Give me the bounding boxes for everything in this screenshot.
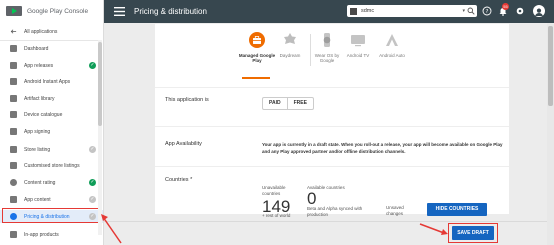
check-complete-icon: ✓ xyxy=(89,179,96,186)
back-arrow-icon xyxy=(10,29,17,34)
store-icon xyxy=(10,146,17,153)
paid-free-toggle: PAID FREE xyxy=(262,97,314,110)
availability-text: Your app is currently in a draft state. … xyxy=(262,142,503,154)
instant-app-icon xyxy=(10,78,17,85)
app-selector[interactable]: sdmc ▾ xyxy=(347,5,477,17)
sidebar-item-label: Artifact library xyxy=(24,95,55,102)
paid-button[interactable]: PAID xyxy=(263,98,287,109)
sidebar-item-label: Android Instant Apps xyxy=(24,78,71,85)
save-draft-button[interactable]: SAVE DRAFT xyxy=(452,226,494,240)
footer-divider xyxy=(104,221,547,222)
free-button[interactable]: FREE xyxy=(286,98,313,109)
unavailable-countries-sub: + rest of world xyxy=(262,213,291,218)
available-countries-sub: Beta and Alpha synced with production xyxy=(307,206,363,217)
watch-icon xyxy=(323,33,331,47)
user-icon xyxy=(535,8,543,16)
app-name: sdmc xyxy=(361,8,375,14)
sidebar-item-label: App signing xyxy=(24,128,51,135)
sidebar-item-content-rating[interactable]: Content rating ✓ xyxy=(0,176,103,189)
search-icon[interactable] xyxy=(467,7,475,15)
availability-label: App Availability xyxy=(165,141,202,147)
section-divider xyxy=(155,126,509,127)
key-icon xyxy=(10,128,17,135)
brand-name: Google Play Console xyxy=(27,7,89,15)
app-icon xyxy=(350,7,357,15)
svg-text:?: ? xyxy=(486,9,489,15)
sidebar-item-label: Device catalogue xyxy=(24,111,63,118)
device-label: Android TV xyxy=(346,53,370,58)
play-console-logo-icon xyxy=(6,6,22,16)
content-scroll-thumb[interactable] xyxy=(548,26,553,106)
cart-icon xyxy=(10,231,17,238)
top-app-bar: Pricing & distribution sdmc ▾ ? xyxy=(104,0,554,23)
sidebar-item-store-listing[interactable]: Store listing ✓ xyxy=(0,143,103,156)
rating-icon xyxy=(10,179,17,186)
annotation-arrow-sidebar-icon xyxy=(101,214,122,244)
sidebar-item-label: Dashboard xyxy=(24,45,49,52)
sidebar-item-device-catalogue[interactable]: Device catalogue xyxy=(0,108,103,121)
dashboard-icon xyxy=(10,45,17,52)
device-tab-daydream[interactable]: Daydream xyxy=(270,32,310,58)
avatar[interactable] xyxy=(533,5,545,17)
sidebar-scroll-thumb[interactable] xyxy=(98,42,102,126)
device-label: Wear OS by Google xyxy=(314,53,340,63)
device-tab-android-auto[interactable]: Android Auto xyxy=(372,32,412,58)
sidebar-item-app-releases[interactable]: App releases ✓ xyxy=(0,59,103,72)
daydream-icon xyxy=(284,33,296,44)
shield-icon xyxy=(10,196,17,203)
all-applications-label: All applications xyxy=(24,28,58,35)
unavailable-countries-label: Unavailable countries xyxy=(262,185,286,196)
selected-device-indicator xyxy=(242,77,270,79)
gear-icon[interactable] xyxy=(515,6,525,16)
page-title: Pricing & distribution xyxy=(134,7,207,16)
countries-label: Countries * xyxy=(165,177,193,183)
sidebar-divider xyxy=(0,40,98,41)
section-divider xyxy=(155,166,509,167)
all-applications-link[interactable]: All applications xyxy=(0,25,103,38)
check-pending-icon: ✓ xyxy=(89,196,96,203)
help-icon[interactable]: ? xyxy=(482,6,492,16)
menu-icon[interactable] xyxy=(114,7,125,16)
annotation-arrow-save-icon xyxy=(419,223,448,235)
sidebar-item-dashboard[interactable]: Dashboard xyxy=(0,42,103,55)
layers-icon xyxy=(10,162,17,169)
sidebar-item-app-signing[interactable]: App signing xyxy=(0,125,103,138)
sidebar-item-customised-store-listings[interactable]: Customised store listings xyxy=(0,159,103,172)
sidebar-item-artifact-library[interactable]: Artifact library xyxy=(0,92,103,105)
sidebar-item-label: In-app products xyxy=(24,231,59,238)
tv-icon xyxy=(351,35,365,47)
auto-icon xyxy=(386,34,398,46)
device-icon xyxy=(10,111,17,118)
sidebar-header: Google Play Console xyxy=(0,0,103,22)
sidebar-item-in-app-products[interactable]: In-app products xyxy=(0,228,103,241)
pricing-label: This application is xyxy=(165,97,209,103)
sidebar-item-label: Customised store listings xyxy=(24,162,80,169)
library-icon xyxy=(10,95,17,102)
unsaved-changes-text: Unsaved changes xyxy=(386,205,404,216)
rocket-icon xyxy=(10,62,17,69)
check-complete-icon: ✓ xyxy=(89,62,96,69)
device-label: Android Auto xyxy=(379,53,405,58)
active-item-highlight xyxy=(2,208,99,223)
briefcase-icon xyxy=(249,32,265,48)
sidebar-item-app-content[interactable]: App content ✓ xyxy=(0,193,103,206)
device-label: Daydream xyxy=(279,53,301,58)
notification-badge: 55 xyxy=(502,3,509,10)
section-divider xyxy=(155,87,509,88)
chevron-down-icon: ▾ xyxy=(462,8,465,14)
play-console-window: { "app": { "brand": "Google Play Console… xyxy=(0,0,554,245)
sidebar-item-android-instant-apps[interactable]: Android Instant Apps xyxy=(0,75,103,88)
check-pending-icon: ✓ xyxy=(89,146,96,153)
hide-countries-button[interactable]: HIDE COUNTRIES xyxy=(427,203,487,216)
